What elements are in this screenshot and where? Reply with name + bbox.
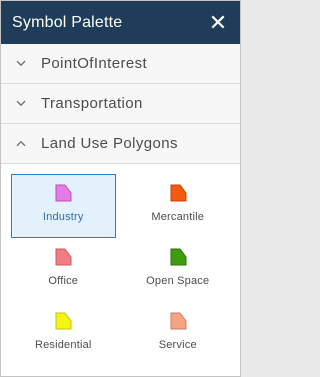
panel-title: Symbol Palette (12, 13, 123, 31)
polygon-symbol-icon (170, 248, 187, 266)
symbol-tile-mercantile[interactable]: Mercantile (126, 174, 231, 238)
symbol-tile-office[interactable]: Office (11, 238, 116, 302)
close-icon[interactable]: ✕ (208, 11, 228, 34)
chevron-down-icon (1, 60, 41, 67)
symbol-tile-service[interactable]: Service (126, 302, 231, 366)
chevron-up-icon (1, 140, 41, 147)
symbol-label: Service (158, 339, 197, 351)
group-label: Transportation (41, 95, 143, 112)
group-label: Land Use Polygons (41, 135, 178, 152)
group-transportation[interactable]: Transportation (1, 84, 240, 124)
polygon-symbol-icon (55, 248, 72, 266)
polygon-symbol-icon (55, 312, 72, 330)
panel-header: Symbol Palette ✕ (1, 1, 240, 44)
symbol-label: Residential (34, 339, 92, 351)
group-land-use-polygons[interactable]: Land Use Polygons (1, 124, 240, 164)
chevron-down-icon (1, 100, 41, 107)
symbol-tile-residential[interactable]: Residential (11, 302, 116, 366)
symbol-grid: Industry Mercantile Office Open Space Re… (1, 164, 240, 366)
symbol-label: Mercantile (151, 211, 205, 223)
polygon-symbol-icon (170, 312, 187, 330)
symbol-tile-industry[interactable]: Industry (11, 174, 116, 238)
polygon-symbol-icon (55, 184, 72, 202)
group-point-of-interest[interactable]: PointOfInterest (1, 44, 240, 84)
symbol-label: Office (48, 275, 79, 287)
symbol-palette-panel: Symbol Palette ✕ PointOfInterest Transpo… (0, 0, 241, 377)
group-label: PointOfInterest (41, 55, 148, 72)
symbol-label: Industry (42, 211, 84, 223)
polygon-symbol-icon (170, 184, 187, 202)
symbol-label: Open Space (146, 275, 210, 287)
symbol-tile-open-space[interactable]: Open Space (126, 238, 231, 302)
